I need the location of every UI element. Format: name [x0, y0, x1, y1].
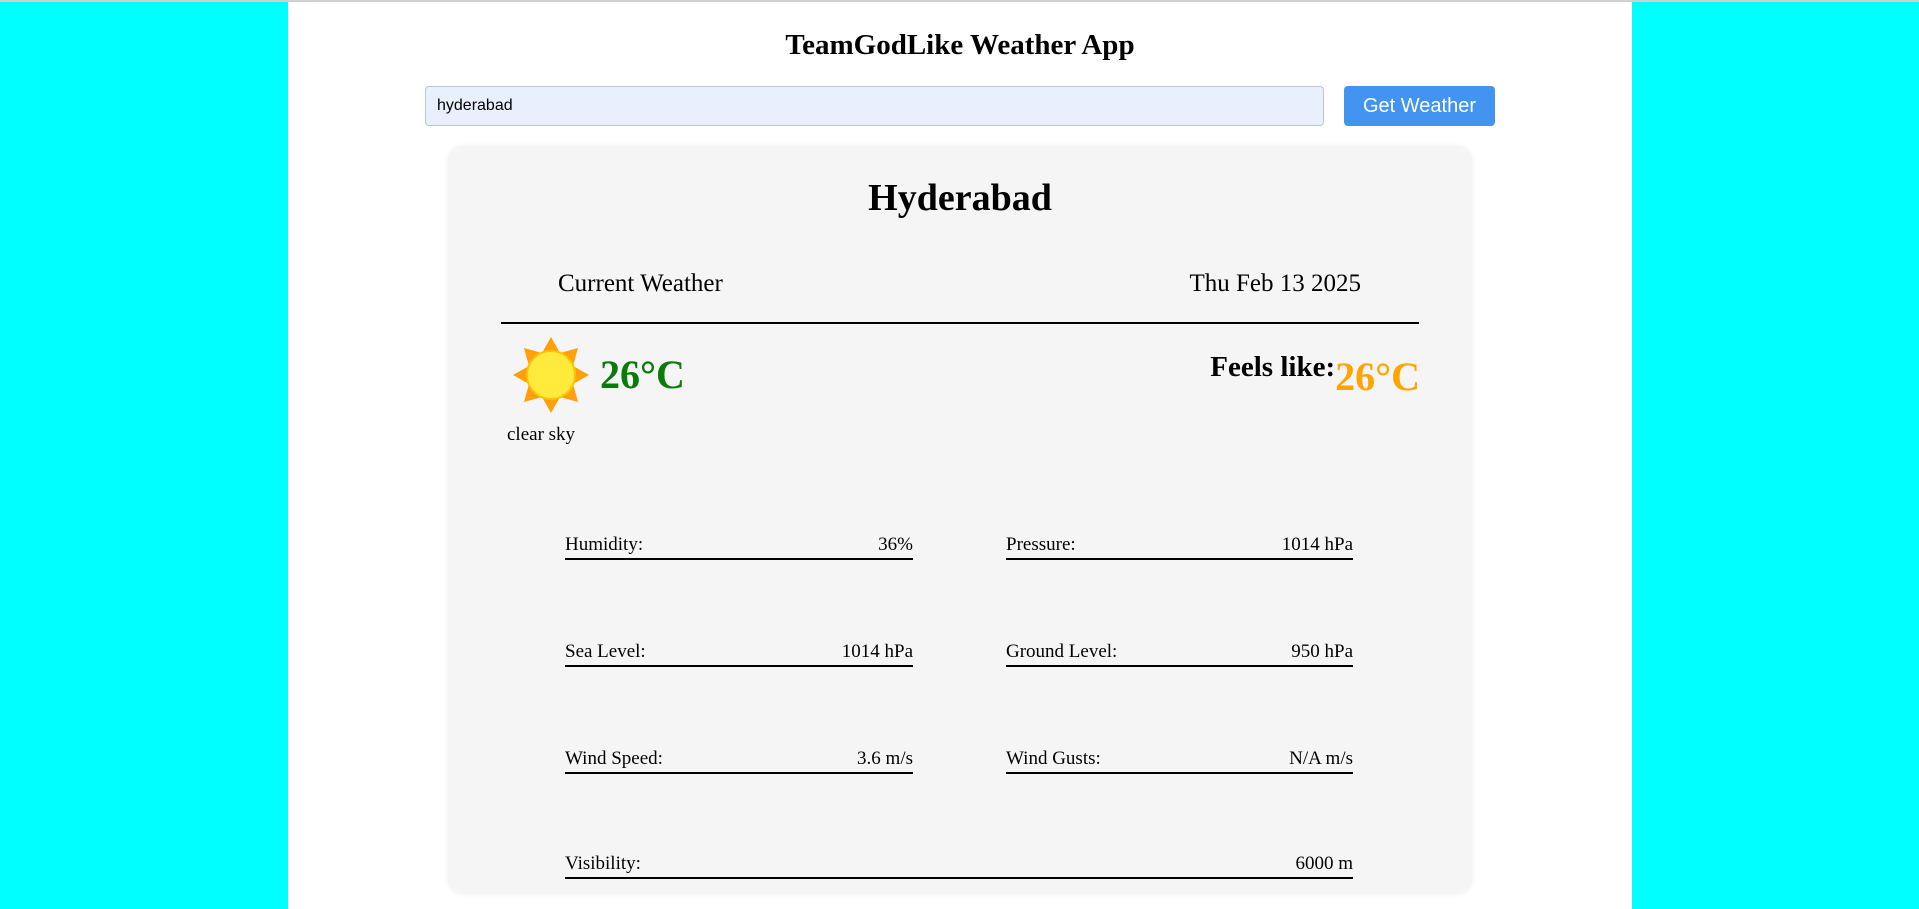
metric-value: N/A m/s — [1289, 748, 1353, 769]
temperature: 26°C — [600, 352, 685, 397]
weather-card: Hyderabad Current Weather Thu Feb 13 202… — [448, 146, 1472, 894]
feels-like-value: 26°C — [1335, 354, 1420, 399]
weather-condition: clear sky — [507, 424, 576, 445]
metric-label: Wind Speed: — [565, 748, 663, 769]
current-weather-label: Current Weather — [558, 270, 723, 297]
pressure-metric: Pressure: 1014 hPa — [1006, 534, 1353, 560]
metric-value: 3.6 m/s — [857, 748, 913, 769]
metric-label: Visibility: — [565, 853, 641, 874]
metric-label: Pressure: — [1006, 534, 1076, 555]
metric-value: 1014 hPa — [841, 641, 913, 662]
app-container: TeamGodLike Weather App Get Weather Hyde… — [288, 2, 1632, 909]
header-divider — [501, 322, 1419, 324]
visibility-metric: Visibility: 6000 m — [565, 853, 1353, 879]
current-date: Thu Feb 13 2025 — [1189, 270, 1361, 297]
metric-value: 1014 hPa — [1281, 534, 1353, 555]
city-name: Hyderabad — [868, 177, 1052, 219]
sea-level-metric: Sea Level: 1014 hPa — [565, 641, 913, 667]
metric-value: 36% — [878, 534, 913, 555]
metric-label: Humidity: — [565, 534, 644, 555]
metric-value: 950 hPa — [1291, 641, 1353, 662]
app-title: TeamGodLike Weather App — [785, 29, 1135, 61]
wind-speed-metric: Wind Speed: 3.6 m/s — [565, 748, 913, 774]
ground-level-metric: Ground Level: 950 hPa — [1006, 641, 1353, 667]
get-weather-button[interactable]: Get Weather — [1344, 86, 1495, 126]
feels-like-label: Feels like: — [1210, 351, 1336, 383]
metric-label: Wind Gusts: — [1006, 748, 1101, 769]
city-search-input[interactable] — [425, 86, 1324, 126]
metric-label: Sea Level: — [565, 641, 646, 662]
sun-icon — [513, 337, 589, 413]
metric-label: Ground Level: — [1006, 641, 1118, 662]
metric-value: 6000 m — [1295, 853, 1353, 874]
feels-like: Feels like:26°C — [1210, 351, 1420, 399]
wind-gusts-metric: Wind Gusts: N/A m/s — [1006, 748, 1353, 774]
humidity-metric: Humidity: 36% — [565, 534, 913, 560]
